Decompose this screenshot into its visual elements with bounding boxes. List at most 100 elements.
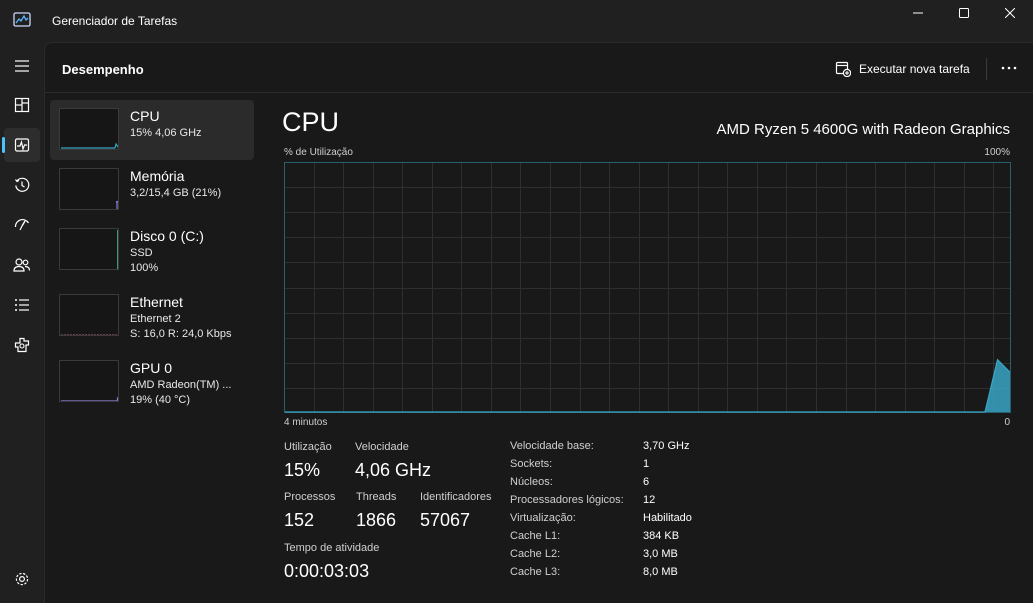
device-cpu[interactable]: CPU 15% 4,06 GHz xyxy=(50,100,254,160)
device-ethernet[interactable]: Ethernet Ethernet 2 S: 16,0 R: 24,0 Kbps xyxy=(50,286,254,346)
spec-value: 12 xyxy=(643,494,656,506)
device-detail-2: 19% (40 °C) xyxy=(130,394,191,406)
window-title: Gerenciador de Tarefas xyxy=(52,14,178,28)
spec-label: Virtualização: xyxy=(510,512,576,524)
title-bar: Gerenciador de Tarefas xyxy=(0,0,1033,42)
device-name: Memória xyxy=(130,168,185,184)
spec-label: Cache L3: xyxy=(510,566,561,578)
utilization-axis-label: % de Utilização xyxy=(284,147,353,158)
device-detail: 15% 4,06 GHz xyxy=(130,127,202,139)
close-icon xyxy=(1005,8,1015,18)
page-title: Desempenho xyxy=(62,62,144,77)
spec-label: Cache L2: xyxy=(510,548,561,560)
spec-value: 6 xyxy=(643,476,650,488)
spec-label: Sockets: xyxy=(510,458,553,470)
cpu-utilization-graph xyxy=(284,162,1011,413)
main-panel: Desempenho Executar nova tarefa CPU 15% … xyxy=(44,42,1033,603)
close-button[interactable] xyxy=(987,0,1033,26)
app-history-icon xyxy=(15,177,30,192)
device-detail: Ethernet 2 xyxy=(130,313,181,325)
hamburger-menu-icon xyxy=(15,60,29,72)
utilization-value: 15% xyxy=(284,460,321,480)
graph-time-end: 0 xyxy=(1004,417,1010,428)
handles-label: Identificadores xyxy=(420,491,492,503)
performance-icon xyxy=(14,138,30,152)
maximize-button[interactable] xyxy=(941,0,987,26)
device-name: Disco 0 (C:) xyxy=(130,228,204,244)
processes-label: Processos xyxy=(284,491,336,503)
device-detail: SSD xyxy=(130,247,153,259)
device-detail-2: 100% xyxy=(130,262,159,274)
spec-value: 1 xyxy=(643,458,650,470)
speed-value: 4,06 GHz xyxy=(355,460,432,480)
nav-app-history[interactable] xyxy=(4,168,40,202)
nav-details[interactable] xyxy=(4,288,40,322)
nav-settings[interactable] xyxy=(4,562,40,596)
spec-value: 3,70 GHz xyxy=(643,440,690,452)
device-name: Ethernet xyxy=(130,294,183,310)
settings-icon xyxy=(15,572,29,586)
nav-services[interactable] xyxy=(4,328,40,362)
device-gpu[interactable]: GPU 0 AMD Radeon(TM) ... 19% (40 °C) xyxy=(50,352,254,412)
nav-processes[interactable] xyxy=(4,88,40,122)
disk-thumbnail-graph xyxy=(117,230,118,269)
maximize-icon xyxy=(959,8,969,18)
memory-thumbnail-graph xyxy=(115,200,118,209)
startup-apps-icon xyxy=(14,219,30,231)
utilization-label: Utilização xyxy=(284,441,332,453)
uptime-value: 0:00:03:03 xyxy=(284,561,370,581)
device-detail: 3,2/15,4 GB (21%) xyxy=(130,187,222,199)
cpu-model-name: AMD Ryzen 5 4600G with Radeon Graphics xyxy=(716,121,1010,138)
cpu-thumbnail-graph xyxy=(61,142,118,149)
run-new-task-label: Executar nova tarefa xyxy=(859,62,970,76)
more-options-icon xyxy=(1001,66,1017,70)
services-icon xyxy=(14,337,30,353)
header-separator xyxy=(986,58,987,80)
spec-label: Núcleos: xyxy=(510,476,553,488)
handles-value: 57067 xyxy=(420,510,471,530)
threads-label: Threads xyxy=(356,491,397,503)
device-thumbnail xyxy=(59,360,119,402)
threads-value: 1866 xyxy=(356,510,397,530)
more-options-button[interactable] xyxy=(996,57,1022,79)
device-name: GPU 0 xyxy=(130,360,173,376)
spec-label: Processadores lógicos: xyxy=(510,494,624,506)
minimize-icon xyxy=(913,12,923,14)
gpu-thumbnail-graph xyxy=(61,396,118,401)
users-icon xyxy=(13,258,31,272)
device-disk[interactable]: Disco 0 (C:) SSD 100% xyxy=(50,220,254,280)
device-thumbnail xyxy=(59,108,119,150)
device-thumbnail xyxy=(59,294,119,336)
nav-performance[interactable] xyxy=(2,128,40,162)
processes-value: 152 xyxy=(284,510,315,530)
spec-label: Cache L1: xyxy=(510,530,561,542)
spec-value: 8,0 MB xyxy=(643,566,678,578)
run-new-task-icon xyxy=(835,61,851,77)
minimize-button[interactable] xyxy=(895,0,941,26)
processes-icon xyxy=(14,97,30,113)
ethernet-thumbnail-graph xyxy=(61,334,118,335)
device-thumbnail xyxy=(59,228,119,270)
details-icon xyxy=(15,299,29,311)
menu-button[interactable] xyxy=(4,49,40,83)
graph-time-span: 4 minutos xyxy=(284,417,328,428)
graph-border xyxy=(284,162,1011,413)
task-manager-icon xyxy=(13,12,31,27)
speed-label: Velocidade xyxy=(355,441,409,453)
uptime-label: Tempo de atividade xyxy=(284,542,380,554)
navigation-rail xyxy=(0,42,44,603)
run-new-task-button[interactable]: Executar nova tarefa xyxy=(835,59,970,79)
device-thumbnail xyxy=(59,168,119,210)
spec-value: 384 KB xyxy=(643,530,680,542)
spec-label: Velocidade base: xyxy=(510,440,594,452)
device-detail-2: S: 16,0 R: 24,0 Kbps xyxy=(130,328,232,340)
spec-value: Habilitado xyxy=(643,512,692,524)
spec-value: 3,0 MB xyxy=(643,548,678,560)
device-name: CPU xyxy=(130,108,160,124)
device-memory[interactable]: Memória 3,2/15,4 GB (21%) xyxy=(50,160,254,220)
cpu-heading: CPU xyxy=(282,107,340,137)
page-header: Desempenho Executar nova tarefa xyxy=(45,43,1033,93)
device-detail: AMD Radeon(TM) ... xyxy=(130,379,232,391)
nav-startup-apps[interactable] xyxy=(4,208,40,242)
nav-users[interactable] xyxy=(4,248,40,282)
